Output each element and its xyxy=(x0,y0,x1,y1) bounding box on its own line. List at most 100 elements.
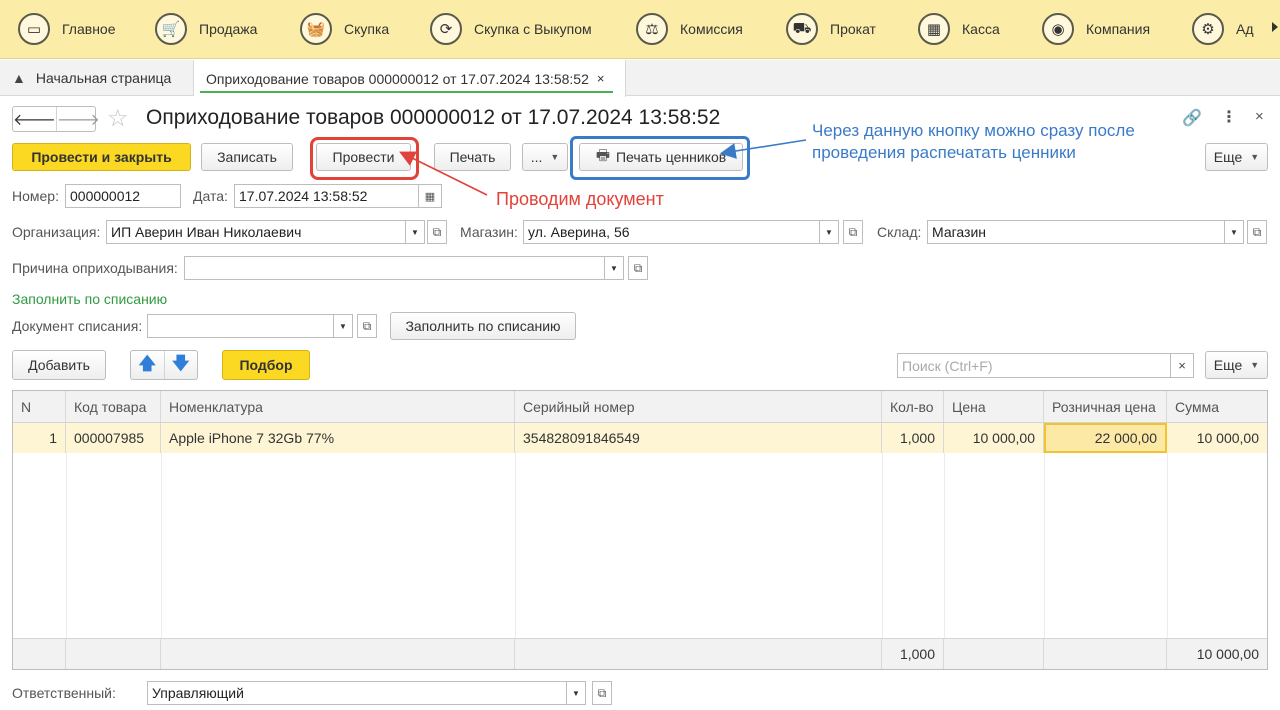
column-header[interactable]: N xyxy=(13,391,66,422)
column-divider xyxy=(66,453,67,638)
footer-cell xyxy=(944,639,1044,669)
clear-search-icon[interactable]: × xyxy=(1170,353,1194,378)
chevron-down-icon[interactable]: ▼ xyxy=(819,220,839,244)
back-arrow-icon[interactable]: 🡐 xyxy=(13,107,56,131)
footer-total-sum: 10 000,00 xyxy=(1196,646,1259,662)
tabs-bar: ▲ Начальная страница Оприходование товар… xyxy=(0,60,1280,97)
store-label: Магазин: xyxy=(460,224,518,240)
column-divider xyxy=(1044,453,1045,638)
chevron-down-icon[interactable]: ▼ xyxy=(566,681,586,705)
move-up-icon[interactable]: 🡅 xyxy=(131,351,164,379)
add-button[interactable]: Добавить xyxy=(12,350,106,380)
print-button[interactable]: Печать xyxy=(434,143,511,171)
cell-serial[interactable]: 354828091846549 xyxy=(515,423,882,453)
cash-register-icon: ▦ xyxy=(918,13,950,45)
section-buyup[interactable]: 🧺 Скупка xyxy=(282,0,412,58)
table-row[interactable]: 1 000007985 Apple iPhone 7 32Gb 77% 3548… xyxy=(13,423,1267,453)
column-divider xyxy=(515,453,516,638)
save-button[interactable]: Записать xyxy=(201,143,293,171)
section-bar: ▭ Главное 🛒 Продажа 🧺 Скупка ⟳ Скупка с … xyxy=(0,0,1280,59)
tab-home[interactable]: ▲ Начальная страница xyxy=(0,60,194,96)
more-actions-dropdown[interactable]: ... ▼ xyxy=(522,143,568,171)
open-icon[interactable]: ⧉ xyxy=(592,681,612,705)
cell-sum[interactable]: 10 000,00 xyxy=(1167,423,1267,453)
reason-field[interactable] xyxy=(184,256,605,280)
chevron-down-icon: ▼ xyxy=(1250,152,1260,162)
table-body-empty[interactable] xyxy=(13,453,1267,638)
tab-document[interactable]: Оприходование товаров 000000012 от 17.07… xyxy=(194,60,626,97)
move-buttons: 🡅 🡇 xyxy=(130,350,198,380)
footer-cell xyxy=(66,639,161,669)
section-sales[interactable]: 🛒 Продажа xyxy=(137,0,282,58)
page-title: Оприходование товаров 000000012 от 17.07… xyxy=(146,106,721,129)
cell-price[interactable]: 10 000,00 xyxy=(944,423,1044,453)
responsible-field[interactable]: Управляющий xyxy=(147,681,567,705)
cell-nomenclature[interactable]: Apple iPhone 7 32Gb 77% xyxy=(161,423,515,453)
forward-arrow-icon[interactable]: 🡒 xyxy=(55,107,100,131)
fill-by-writeoff-button[interactable]: Заполнить по списанию xyxy=(390,312,576,340)
open-icon[interactable]: ⧉ xyxy=(427,220,447,244)
more-button[interactable]: Еще ▼ xyxy=(1205,143,1268,171)
close-icon[interactable]: × xyxy=(1255,108,1264,125)
chevron-down-icon[interactable]: ▼ xyxy=(405,220,425,244)
more-vertical-icon[interactable]: ⋮ xyxy=(1221,107,1237,127)
store-field[interactable]: ул. Аверина, 56 xyxy=(523,220,820,244)
star-icon[interactable]: ☆ xyxy=(107,104,129,133)
chevron-down-icon[interactable]: ▼ xyxy=(604,256,624,280)
monitor-icon: ▭ xyxy=(18,13,50,45)
section-commission[interactable]: ⚖ Комиссия xyxy=(618,0,768,58)
calendar-icon[interactable]: ▦ xyxy=(418,184,442,208)
move-down-icon[interactable]: 🡇 xyxy=(163,351,198,379)
goods-table: N Код товара Номенклатура Серийный номер… xyxy=(12,390,1268,670)
writeoff-doc-field[interactable] xyxy=(147,314,334,338)
section-label: Главное xyxy=(62,21,116,37)
open-icon[interactable]: ⧉ xyxy=(357,314,377,338)
chevron-down-icon[interactable]: ▼ xyxy=(1224,220,1244,244)
column-header[interactable]: Номенклатура xyxy=(161,391,515,422)
section-label: Компания xyxy=(1086,21,1151,37)
basket-icon: 🧺 xyxy=(300,13,332,45)
responsible-label: Ответственный: xyxy=(12,685,116,701)
section-cash[interactable]: ▦ Касса xyxy=(900,0,1024,58)
organization-field[interactable]: ИП Аверин Иван Николаевич xyxy=(106,220,406,244)
section-company[interactable]: ◉ Компания xyxy=(1024,0,1174,58)
fill-by-writeoff-link[interactable]: Заполнить по списанию xyxy=(12,291,167,307)
date-label: Дата: xyxy=(193,188,228,204)
section-admin[interactable]: ⚙ Ад xyxy=(1174,0,1264,58)
link-icon[interactable]: 🔗 xyxy=(1182,108,1202,128)
column-header[interactable]: Код товара xyxy=(66,391,161,422)
warehouse-field[interactable]: Магазин xyxy=(927,220,1225,244)
column-header[interactable]: Кол-во xyxy=(882,391,944,422)
cell-quantity[interactable]: 1,000 xyxy=(882,423,944,453)
date-field[interactable]: 17.07.2024 13:58:52 xyxy=(234,184,419,208)
section-buyup-redeem[interactable]: ⟳ Скупка с Выкупом xyxy=(412,0,618,58)
column-header[interactable]: Цена xyxy=(944,391,1044,422)
admin-icon: ⚙ xyxy=(1192,13,1224,45)
table-more-button[interactable]: Еще ▼ xyxy=(1205,351,1268,379)
search-input[interactable]: Поиск (Ctrl+F) xyxy=(897,353,1171,378)
open-icon[interactable]: ⧉ xyxy=(628,256,648,280)
column-header[interactable]: Сумма xyxy=(1167,391,1267,422)
section-label: Прокат xyxy=(830,21,876,37)
cell-code[interactable]: 000007985 xyxy=(66,423,161,453)
column-divider xyxy=(161,453,162,638)
open-icon[interactable]: ⧉ xyxy=(1247,220,1267,244)
open-icon[interactable]: ⧉ xyxy=(843,220,863,244)
scales-icon: ⚖ xyxy=(636,13,668,45)
cell-retail-price[interactable]: 22 000,00 xyxy=(1044,423,1167,453)
section-main[interactable]: ▭ Главное xyxy=(0,0,137,58)
annotation-red-frame xyxy=(310,137,419,180)
tab-close-icon[interactable]: × xyxy=(597,71,605,86)
number-field[interactable]: 000000012 xyxy=(65,184,181,208)
post-and-close-button[interactable]: Провести и закрыть xyxy=(12,143,191,171)
section-rent[interactable]: ⛟ Прокат xyxy=(768,0,900,58)
section-label: Скупка xyxy=(344,21,390,37)
column-header[interactable]: Серийный номер xyxy=(515,391,882,422)
chevron-down-icon[interactable]: ▼ xyxy=(333,314,353,338)
pick-button[interactable]: Подбор xyxy=(222,350,310,380)
writeoff-doc-label: Документ списания: xyxy=(12,318,143,334)
cell-number[interactable]: 1 xyxy=(13,423,66,453)
scroll-right-icon[interactable] xyxy=(1272,22,1278,32)
column-header[interactable]: Розничная цена xyxy=(1044,391,1167,422)
tab-home-label: Начальная страница xyxy=(35,70,172,86)
